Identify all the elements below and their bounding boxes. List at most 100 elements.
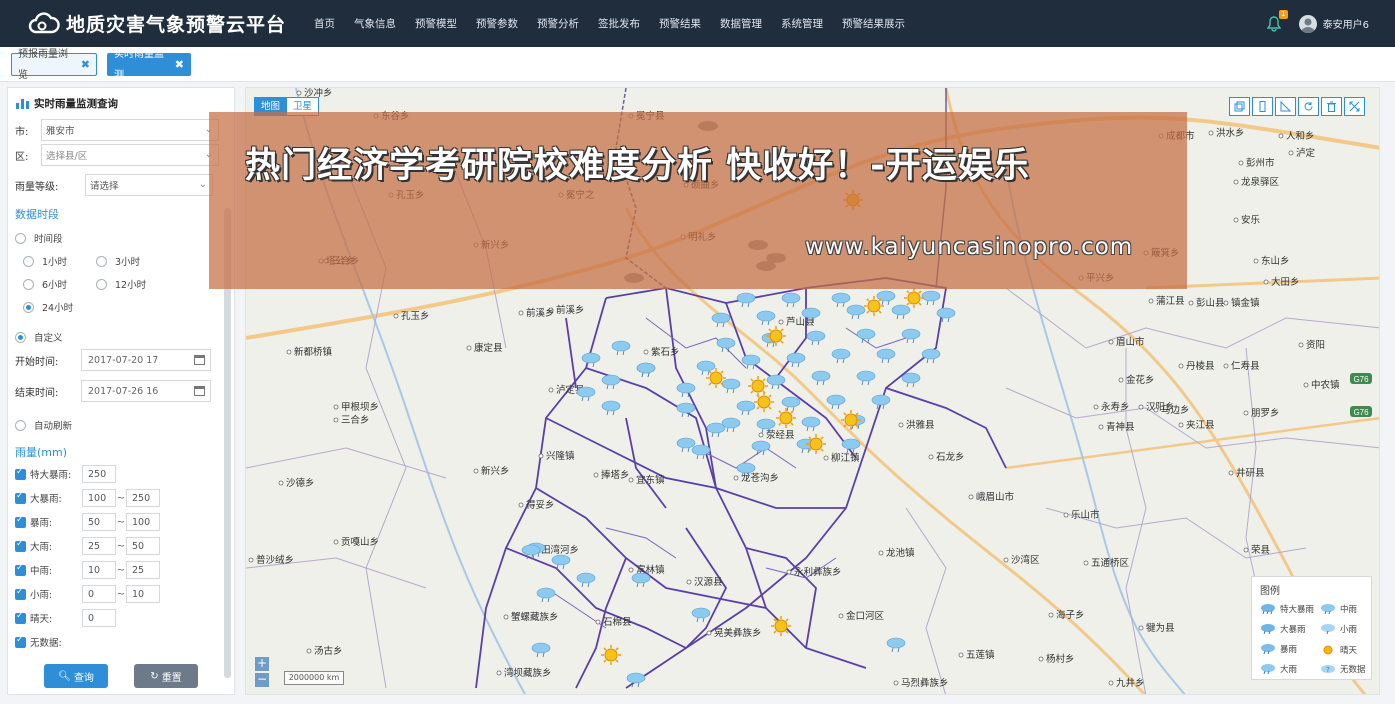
radio-button[interactable]: [96, 278, 107, 290]
place-label: 汉源县: [694, 577, 723, 588]
radio-1h[interactable]: 1小时: [23, 254, 67, 268]
radio-6h[interactable]: 6小时: [23, 277, 67, 291]
sunny-marker[interactable]: [904, 288, 924, 308]
radio-3h[interactable]: 3小时: [96, 254, 140, 268]
checkbox[interactable]: [15, 515, 26, 528]
nav-analysis[interactable]: 预警分析: [537, 16, 579, 31]
checkbox[interactable]: [15, 491, 26, 504]
zoom-out-button[interactable]: −: [255, 673, 269, 687]
rain-min-input[interactable]: 10: [82, 561, 116, 579]
sunny-marker[interactable]: [754, 392, 774, 412]
clear-tool[interactable]: [1321, 97, 1342, 116]
rain-max-input[interactable]: 50: [126, 537, 160, 555]
rain-min-input[interactable]: 50: [82, 513, 116, 531]
sunny-marker[interactable]: [841, 410, 861, 430]
rain-label: 特大暴雨:: [30, 470, 72, 481]
sunny-marker[interactable]: [776, 408, 796, 428]
close-icon[interactable]: ✖: [175, 54, 184, 75]
close-icon[interactable]: ✖: [81, 54, 90, 75]
sunny-marker[interactable]: [706, 368, 726, 388]
grade-select[interactable]: 请选择 ⌄: [85, 174, 213, 196]
refresh-tool[interactable]: [1298, 97, 1319, 116]
radio-button[interactable]: [23, 255, 34, 267]
range-dash: ~: [116, 492, 126, 504]
place-label: 前溪乡: [526, 307, 555, 319]
tab-realtime-rain[interactable]: 实时雨量监测 ✖: [107, 49, 191, 81]
nav-params[interactable]: 预警参数: [476, 16, 518, 31]
place-label: 紫石乡: [651, 347, 680, 358]
sunny-marker[interactable]: [771, 616, 791, 636]
rain-min-input[interactable]: 250: [82, 465, 116, 483]
tab-forecast-rain[interactable]: 预报雨量浏览 ✖: [11, 49, 97, 81]
place-label: 海子乡: [1056, 609, 1085, 621]
rain-min-input[interactable]: 25: [82, 537, 116, 555]
radio-button[interactable]: [23, 278, 34, 290]
zoom-in-button[interactable]: +: [255, 657, 269, 671]
place-label: 沙湾区: [1011, 554, 1040, 566]
checkbox[interactable]: [15, 635, 26, 648]
rain-min-input[interactable]: 100: [82, 489, 116, 507]
nav-publish[interactable]: 签批发布: [598, 16, 640, 31]
place-label: 洪雅县: [906, 419, 935, 431]
radio-button[interactable]: [15, 331, 26, 343]
rain-max-input[interactable]: 10: [126, 585, 160, 603]
radio-button[interactable]: [23, 301, 34, 313]
sunny-marker[interactable]: [864, 296, 884, 316]
place-label: 丹棱县: [1186, 360, 1215, 372]
radio-button[interactable]: [96, 255, 107, 267]
place-label: 捧塔乡: [601, 469, 630, 481]
checkbox[interactable]: [15, 539, 26, 552]
place-label: 马边乡: [1161, 405, 1190, 416]
radio-12h[interactable]: 12小时: [96, 277, 146, 291]
app-logo[interactable]: 地质灾害气象预警云平台: [28, 10, 300, 37]
place-dot: [878, 550, 884, 556]
nav-results[interactable]: 预警结果: [659, 16, 701, 31]
checkbox[interactable]: [15, 563, 26, 576]
radio-button[interactable]: [15, 419, 26, 431]
end-time-input[interactable]: 2017-07-26 16: [81, 380, 211, 402]
nav-display[interactable]: 预警结果展示: [842, 16, 905, 31]
nav-model[interactable]: 预警模型: [415, 16, 457, 31]
start-label: 开始时间:: [15, 356, 59, 368]
layers-tool[interactable]: [1229, 97, 1250, 116]
rain-min-input[interactable]: 0: [82, 585, 116, 603]
radio-custom[interactable]: 自定义: [15, 330, 63, 344]
place-dot: [518, 310, 524, 316]
checkbox[interactable]: [15, 467, 26, 480]
ad-banner-overlay[interactable]: 热门经济学考研院校难度分析 快收好！-开运娱乐 www.kaiyuncasino…: [209, 112, 1187, 289]
radio-button[interactable]: [15, 232, 26, 244]
user-name[interactable]: 泰安用户6: [1323, 16, 1369, 31]
measure-area-tool[interactable]: [1275, 97, 1296, 116]
nav-data[interactable]: 数据管理: [720, 16, 762, 31]
start-time-input[interactable]: 2017-07-20 17: [81, 349, 211, 371]
svg-text:G76: G76: [1353, 408, 1369, 417]
sunny-marker[interactable]: [601, 645, 621, 665]
fullscreen-tool[interactable]: [1344, 97, 1365, 116]
svg-text:?: ?: [1326, 666, 1330, 674]
banner-url[interactable]: www.kaiyuncasinopro.com: [805, 234, 1133, 260]
nav-weather[interactable]: 气象信息: [354, 16, 396, 31]
measure-length-tool[interactable]: [1252, 97, 1273, 116]
query-button[interactable]: 🔍︎ 查询: [44, 664, 108, 688]
radio-time-period[interactable]: 时间段: [15, 231, 63, 245]
checkbox[interactable]: [15, 587, 26, 600]
reset-button[interactable]: ↻ 重置: [134, 664, 198, 688]
radio-24h[interactable]: 24小时: [23, 300, 73, 314]
notification-bell[interactable]: 1: [1266, 9, 1288, 32]
rain-max-input[interactable]: 100: [126, 513, 160, 531]
sunny-marker[interactable]: [748, 376, 768, 396]
checkbox[interactable]: [15, 611, 26, 624]
place-label: 前溪乡: [556, 304, 585, 316]
sunny-marker[interactable]: [766, 326, 786, 346]
nav-system[interactable]: 系统管理: [781, 16, 823, 31]
nav-home[interactable]: 首页: [314, 16, 335, 31]
rain-max-input[interactable]: 250: [126, 489, 160, 507]
district-select[interactable]: 选择县/区 ⌄: [41, 144, 219, 166]
avatar[interactable]: [1298, 14, 1317, 33]
radio-auto-refresh[interactable]: 自动刷新: [15, 418, 72, 432]
city-select[interactable]: 雅安市 ⌄: [41, 119, 219, 141]
rain-max-input[interactable]: 25: [126, 561, 160, 579]
sunny-marker[interactable]: [806, 434, 826, 454]
place-dot: [1048, 612, 1054, 618]
rain-min-input[interactable]: 0: [82, 609, 116, 627]
